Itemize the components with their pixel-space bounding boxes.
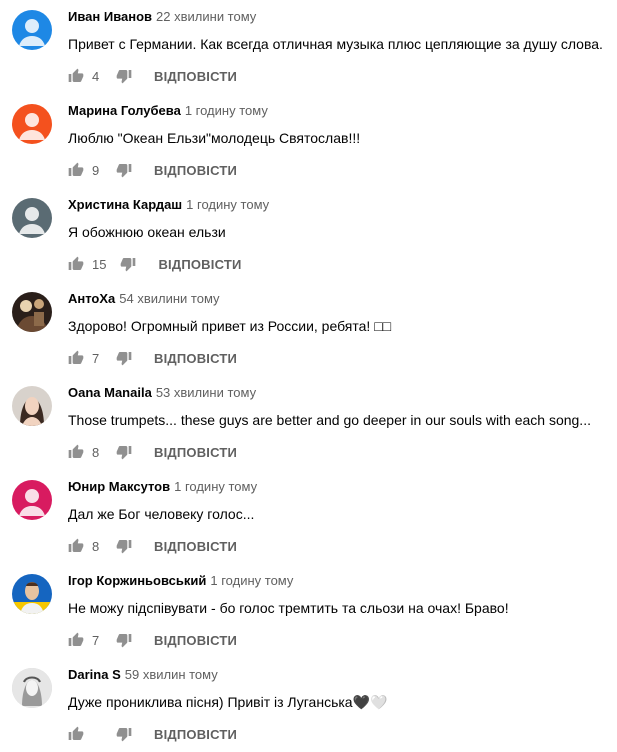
comment-text: Привет с Германии. Как всегда отличная м… <box>68 36 603 52</box>
comment: Христина Кардаш 1 годину тому Я обожнюю о… <box>0 188 617 282</box>
thumb-down-icon[interactable] <box>116 726 132 742</box>
avatar[interactable] <box>12 668 52 708</box>
comment-header: АнтоХа 54 хвилини тому <box>68 291 220 307</box>
comment-actions: 7 ВІДПОВІСТИ <box>68 630 237 650</box>
author-name[interactable]: Марина Голубева <box>68 103 181 118</box>
like-count: 7 <box>92 632 100 648</box>
comment-time[interactable]: 54 хвилини тому <box>119 291 219 306</box>
comment-header: Oana Manaila 53 хвилини тому <box>68 385 256 401</box>
reply-button[interactable]: ВІДПОВІСТИ <box>154 351 237 366</box>
comment-actions: 7 ВІДПОВІСТИ <box>68 348 237 368</box>
like-count: 8 <box>92 538 100 554</box>
comment-time[interactable]: 53 хвилини тому <box>156 385 256 400</box>
comment: Юнир Максутов 1 годину тому Дал же Бог че… <box>0 470 617 564</box>
comment-actions: ВІДПОВІСТИ <box>68 724 237 744</box>
avatar[interactable] <box>12 104 52 144</box>
reply-button[interactable]: ВІДПОВІСТИ <box>154 727 237 742</box>
thumb-down-icon[interactable] <box>116 350 132 366</box>
comment-text: Люблю "Океан Ельзи"молодець Святослав!!! <box>68 130 361 146</box>
comment-header: Ігор Коржиньовський 1 годину тому <box>68 573 293 589</box>
comment-text: Не можу підспівувати - бо голос тремтить… <box>68 600 509 616</box>
author-name[interactable]: Юнир Максутов <box>68 479 170 494</box>
thumb-up-icon[interactable] <box>68 632 84 648</box>
author-name[interactable]: Христина Кардаш <box>68 197 182 212</box>
author-name[interactable]: АнтоХа <box>68 291 115 306</box>
like-count: 15 <box>92 256 107 272</box>
reply-button[interactable]: ВІДПОВІСТИ <box>154 445 237 460</box>
comment-actions: 8 ВІДПОВІСТИ <box>68 536 237 556</box>
comment-actions: 15 ВІДПОВІСТИ <box>68 254 242 274</box>
avatar[interactable] <box>12 480 52 520</box>
comment-time[interactable]: 1 годину тому <box>174 479 257 494</box>
comment-header: Христина Кардаш 1 годину тому <box>68 197 269 213</box>
comment-time[interactable]: 1 годину тому <box>210 573 293 588</box>
comment-text: Я обожнюю океан ельзи <box>68 224 226 240</box>
reply-button[interactable]: ВІДПОВІСТИ <box>154 69 237 84</box>
thumb-down-icon[interactable] <box>116 444 132 460</box>
thumb-down-icon[interactable] <box>116 162 132 178</box>
like-count: 7 <box>92 350 100 366</box>
thumb-up-icon[interactable] <box>68 350 84 366</box>
comment-text: Дал же Бог человеку голос... <box>68 506 255 522</box>
thumb-up-icon[interactable] <box>68 256 84 272</box>
like-count: 8 <box>92 444 100 460</box>
comment-actions: 4 ВІДПОВІСТИ <box>68 66 237 86</box>
thumb-down-icon[interactable] <box>116 68 132 84</box>
comment-header: Иван Иванов 22 хвилини тому <box>68 9 256 25</box>
reply-button[interactable]: ВІДПОВІСТИ <box>154 539 237 554</box>
comment: Darina S 59 хвилин тому Дуже прониклива п… <box>0 658 617 752</box>
reply-button[interactable]: ВІДПОВІСТИ <box>158 257 241 272</box>
author-name[interactable]: Иван Иванов <box>68 9 152 24</box>
like-count: 9 <box>92 162 100 178</box>
avatar[interactable] <box>12 10 52 50</box>
comment-header: Юнир Максутов 1 годину тому <box>68 479 257 495</box>
comment-text: Those trumpets... these guys are better … <box>68 412 591 428</box>
comment-time[interactable]: 22 хвилини тому <box>156 9 256 24</box>
comment-time[interactable]: 1 годину тому <box>186 197 269 212</box>
author-name[interactable]: Oana Manaila <box>68 385 152 400</box>
avatar[interactable] <box>12 292 52 332</box>
thumb-up-icon[interactable] <box>68 538 84 554</box>
comment-text: Здорово! Огромный привет из России, ребя… <box>68 318 392 334</box>
comment-header: Darina S 59 хвилин тому <box>68 667 218 683</box>
comment: Oana Manaila 53 хвилини тому Those trumpe… <box>0 376 617 470</box>
thumb-up-icon[interactable] <box>68 444 84 460</box>
thumb-down-icon[interactable] <box>116 632 132 648</box>
thumb-up-icon[interactable] <box>68 162 84 178</box>
thumb-down-icon[interactable] <box>120 256 136 272</box>
reply-button[interactable]: ВІДПОВІСТИ <box>154 633 237 648</box>
comment-time[interactable]: 59 хвилин тому <box>125 667 218 682</box>
comment: Марина Голубева 1 годину тому Люблю "Океа… <box>0 94 617 188</box>
thumb-up-icon[interactable] <box>68 726 84 742</box>
like-count: 4 <box>92 68 100 84</box>
author-name[interactable]: Ігор Коржиньовський <box>68 573 206 588</box>
comment: Иван Иванов 22 хвилини тому Привет с Герм… <box>0 0 617 94</box>
thumb-up-icon[interactable] <box>68 68 84 84</box>
thumb-down-icon[interactable] <box>116 538 132 554</box>
reply-button[interactable]: ВІДПОВІСТИ <box>154 163 237 178</box>
comment-header: Марина Голубева 1 годину тому <box>68 103 268 119</box>
author-name[interactable]: Darina S <box>68 667 121 682</box>
comment-text: Дуже прониклива пісня) Привіт із Лугансь… <box>68 694 388 710</box>
comment: АнтоХа 54 хвилини тому Здорово! Огромный … <box>0 282 617 376</box>
comment: Ігор Коржиньовський 1 годину тому Не можу… <box>0 564 617 658</box>
comment-actions: 9 ВІДПОВІСТИ <box>68 160 237 180</box>
comment-actions: 8 ВІДПОВІСТИ <box>68 442 237 462</box>
avatar[interactable] <box>12 198 52 238</box>
comment-time[interactable]: 1 годину тому <box>185 103 268 118</box>
avatar[interactable] <box>12 386 52 426</box>
avatar[interactable] <box>12 574 52 614</box>
